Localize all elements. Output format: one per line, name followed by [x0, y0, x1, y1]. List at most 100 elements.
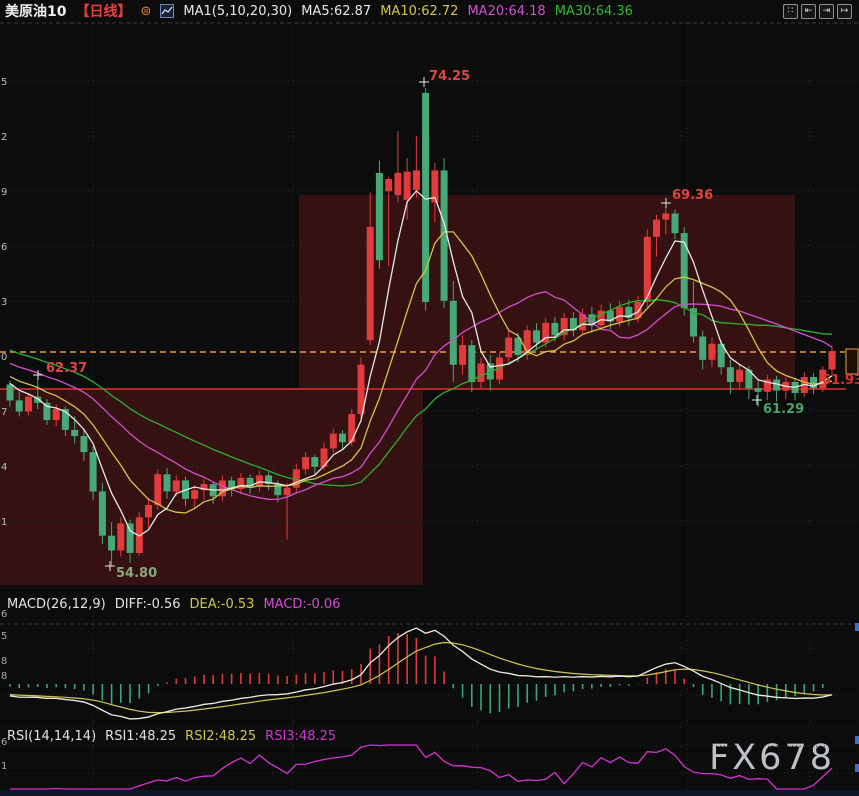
ma20-value: MA20:64.18	[467, 4, 545, 19]
rsi-line	[10, 745, 832, 789]
price-axis-label: 1	[1, 517, 7, 528]
candle[interactable]	[71, 430, 78, 436]
macd-dea-value: DEA:-0.53	[190, 597, 255, 612]
rsi-title[interactable]: RSI(14,14,14)	[7, 729, 96, 744]
price-axis-label: 4	[1, 462, 7, 473]
candle[interactable]	[108, 536, 115, 551]
rsi1-value: RSI1:48.25	[105, 729, 176, 744]
candle[interactable]	[533, 330, 540, 342]
candle[interactable]	[699, 337, 706, 360]
candle[interactable]	[173, 480, 180, 491]
candle[interactable]	[404, 172, 411, 200]
support-line-label: 61.93	[822, 373, 859, 388]
right-axis-tick	[855, 764, 859, 772]
pan-right-icon[interactable]: ↦	[837, 4, 852, 19]
candle[interactable]	[321, 448, 328, 467]
ma30-value: MA30:64.36	[555, 4, 633, 19]
price-annotation: 62.37	[46, 361, 87, 376]
candle[interactable]	[385, 179, 392, 191]
candle[interactable]	[16, 400, 23, 411]
price-annotation: 69.36	[672, 188, 713, 203]
candle[interactable]	[191, 490, 198, 499]
candle[interactable]	[145, 505, 152, 517]
ma5-value: MA5:62.87	[301, 4, 371, 19]
candle[interactable]	[154, 474, 161, 505]
candle[interactable]	[376, 173, 383, 260]
macd-axis-label: 5	[1, 631, 7, 642]
rsi-header: RSI(14,14,14) RSI1:48.25 RSI2:48.25 RSI3:48…	[7, 729, 345, 744]
candle[interactable]	[468, 345, 475, 382]
macd-diff-line	[10, 628, 832, 719]
macd-axis-label: 8	[1, 671, 7, 682]
rsi2-value: RSI2:48.25	[185, 729, 256, 744]
candle[interactable]	[117, 523, 124, 550]
rsi-axis-label: 1	[1, 761, 7, 772]
candle[interactable]	[662, 214, 669, 220]
ma-settings-label: MA1(5,10,20,30)	[183, 4, 292, 19]
right-axis-tick	[855, 623, 859, 631]
timeframe-label[interactable]: 【日线】	[75, 1, 131, 21]
price-annotation: 54.80	[116, 566, 157, 581]
rsi3-value: RSI3:48.25	[265, 729, 336, 744]
candle[interactable]	[53, 409, 60, 420]
candle[interactable]	[311, 457, 318, 467]
main-chart[interactable]: 52963074165886174.2569.3662.3754.8061.29…	[0, 0, 859, 796]
candle[interactable]	[90, 452, 97, 491]
candle[interactable]	[829, 351, 836, 369]
settings-badge-icon[interactable]: ⊜	[140, 4, 151, 19]
candle[interactable]	[330, 434, 337, 449]
candle[interactable]	[339, 434, 346, 443]
candle[interactable]	[616, 307, 623, 322]
candle[interactable]	[284, 488, 291, 495]
scroll-left-icon[interactable]: ⇤	[801, 4, 816, 19]
candle[interactable]	[80, 436, 87, 452]
candle[interactable]	[459, 345, 466, 365]
candle[interactable]	[478, 364, 485, 383]
crosshair-icon[interactable]: ∷	[783, 4, 798, 19]
price-axis-label: 5	[1, 77, 7, 88]
candle[interactable]	[681, 233, 688, 308]
price-axis-label: 2	[1, 132, 7, 143]
toolbar-icons: ∷ ⇤ ⇥ ↦	[783, 4, 854, 19]
candle[interactable]	[164, 474, 171, 491]
ma10-value: MA10:62.72	[380, 4, 458, 19]
candle[interactable]	[450, 301, 457, 365]
candle[interactable]	[127, 523, 134, 553]
macd-header: MACD(26,12,9) DIFF:-0.56 DEA:-0.53 MACD:-0.…	[7, 597, 349, 612]
candle[interactable]	[256, 475, 263, 486]
price-annotation: 61.29	[763, 402, 804, 417]
macd-dea-line	[10, 643, 832, 713]
candle[interactable]	[736, 370, 743, 382]
candle[interactable]	[348, 414, 355, 442]
candle[interactable]	[551, 323, 558, 335]
candle[interactable]	[7, 384, 14, 400]
right-axis-tick	[855, 736, 859, 744]
price-axis-label: 3	[1, 297, 7, 308]
candle[interactable]	[99, 491, 106, 535]
candle[interactable]	[302, 457, 309, 469]
candle[interactable]	[394, 173, 401, 195]
candle[interactable]	[708, 344, 715, 360]
macd-dea-line-under	[10, 628, 832, 719]
candle[interactable]	[727, 367, 734, 382]
macd-diff-value: DIFF:-0.56	[115, 597, 181, 612]
horizontal-scrollbar[interactable]	[0, 790, 859, 796]
candle[interactable]	[25, 397, 32, 412]
macd-title[interactable]: MACD(26,12,9)	[7, 597, 106, 612]
candle[interactable]	[653, 220, 660, 237]
macd-axis-label: 8	[1, 656, 7, 667]
candle[interactable]	[672, 214, 679, 234]
candle[interactable]	[755, 388, 762, 392]
chart-header-bar: 美原油10 【日线】 ⊜ MA1(5,10,20,30) MA5:62.87 M…	[0, 0, 859, 22]
scroll-right-icon[interactable]: ⇥	[819, 4, 834, 19]
price-axis-label: 6	[1, 242, 7, 253]
candle[interactable]	[413, 170, 420, 190]
chart-type-icon[interactable]	[160, 4, 174, 18]
symbol-name: 美原油10	[5, 1, 66, 21]
candle[interactable]	[505, 338, 512, 358]
price-axis-label: 9	[1, 187, 7, 198]
candle[interactable]	[367, 227, 374, 340]
macd-value: MACD:-0.06	[263, 597, 340, 612]
price-annotation: 74.25	[429, 69, 470, 84]
last-price-marker	[846, 349, 858, 374]
